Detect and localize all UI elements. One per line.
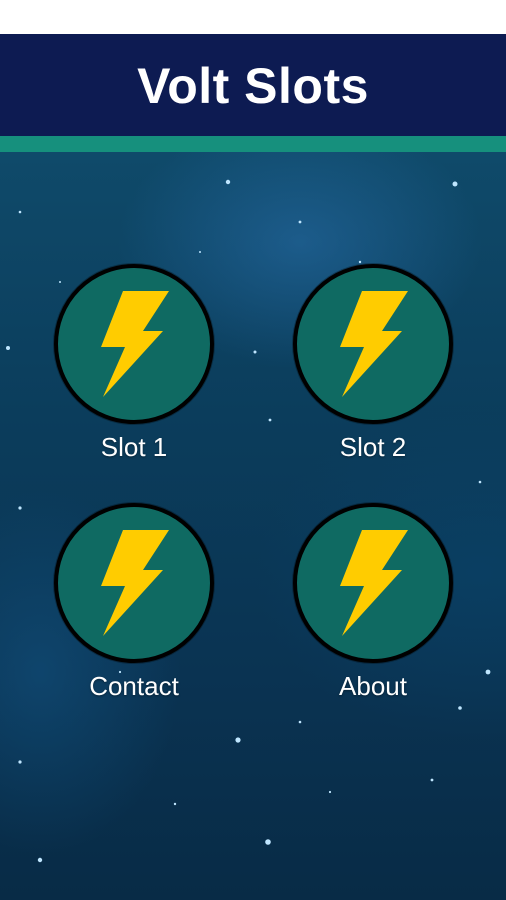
contact-button[interactable]: Contact (34, 503, 234, 723)
slot-1-label: Slot 1 (100, 432, 168, 462)
lightning-bolt-icon (101, 530, 169, 636)
app-header: Volt Slots (0, 34, 506, 136)
about-label: About (339, 671, 407, 701)
lightning-bolt-icon (340, 530, 408, 636)
slot-2-button[interactable]: Slot 2 (273, 264, 473, 484)
app-title: Volt Slots (137, 58, 369, 114)
contact-label: Contact (89, 671, 179, 701)
slot-1-button[interactable]: Slot 1 (34, 264, 234, 484)
lightning-bolt-icon (340, 291, 408, 397)
slot-2-label: Slot 2 (339, 432, 407, 462)
slot-1-circle[interactable] (54, 264, 214, 424)
about-circle[interactable] (293, 503, 453, 663)
status-bar (0, 0, 506, 34)
slot-2-circle[interactable] (293, 264, 453, 424)
about-button[interactable]: About (273, 503, 473, 723)
header-stripe (0, 136, 506, 152)
contact-circle[interactable] (54, 503, 214, 663)
lightning-bolt-icon (101, 291, 169, 397)
menu-grid: Slot 1 Slot 2 Contact About (0, 152, 506, 900)
